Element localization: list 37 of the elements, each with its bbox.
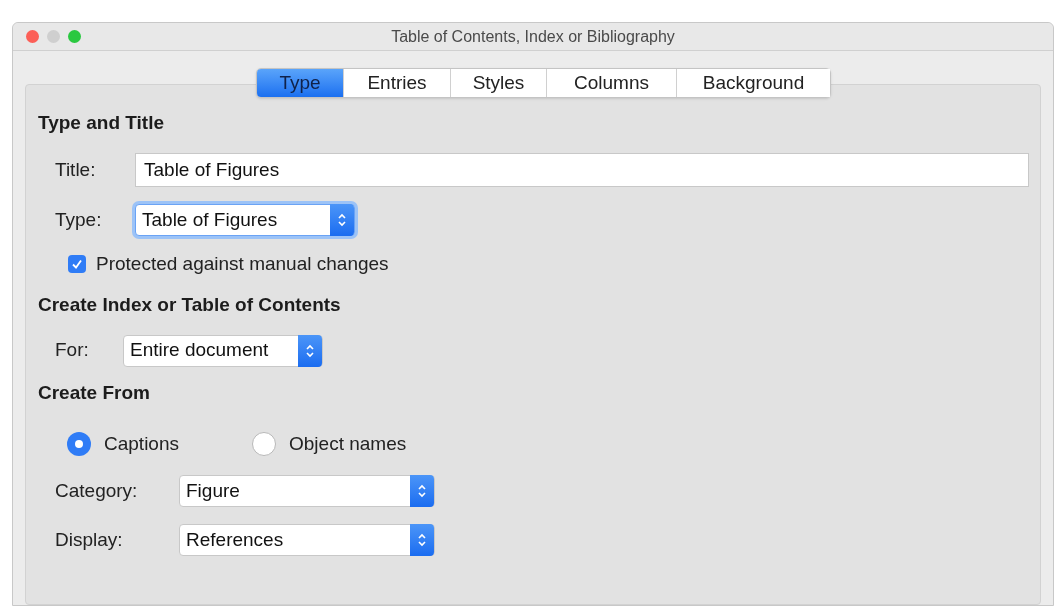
dropdown[interactable]: Figure xyxy=(179,475,435,507)
window-title: Table of Contents, Index or Bibliography xyxy=(391,26,675,47)
field-label: Title: xyxy=(55,158,96,180)
checkmark-icon xyxy=(71,258,83,271)
dropdown[interactable]: Entire document xyxy=(123,334,323,367)
radio-label: Captions xyxy=(104,431,179,456)
field-label: For: xyxy=(55,339,89,361)
field-label: Display: xyxy=(55,528,123,550)
radio-label: Object names xyxy=(289,431,407,456)
field-label: Category: xyxy=(55,479,138,501)
chevron-updown-icon xyxy=(337,212,347,228)
radio-button[interactable] xyxy=(252,431,276,456)
section-heading: Create From xyxy=(38,380,150,405)
tab[interactable]: Background xyxy=(676,69,830,97)
dropdown-value: Table of Figures xyxy=(141,207,279,232)
close-button[interactable] xyxy=(26,30,39,43)
title-input[interactable]: Table of Figures xyxy=(135,153,1029,187)
minimize-button[interactable] xyxy=(47,30,60,43)
field-label: Type: xyxy=(55,208,102,230)
dropdown-value: Figure xyxy=(185,478,241,503)
dropdown[interactable]: References xyxy=(179,524,435,556)
dropdown-value: Entire document xyxy=(129,338,270,363)
section-heading: Type and Title xyxy=(38,111,164,135)
tab[interactable]: Columns xyxy=(546,69,676,97)
tab[interactable]: Styles xyxy=(450,69,546,97)
dropdown[interactable]: Table of Figures xyxy=(135,204,355,236)
zoom-button[interactable] xyxy=(68,30,81,43)
radio-button[interactable] xyxy=(67,431,91,456)
tab[interactable]: Type xyxy=(257,69,343,97)
tab[interactable]: Entries xyxy=(343,69,450,97)
chevron-updown-icon xyxy=(417,532,427,548)
section-heading: Create Index or Table of Contents xyxy=(38,292,341,317)
checkbox[interactable] xyxy=(68,255,86,274)
dropdown-value: References xyxy=(185,527,285,552)
chevron-updown-icon xyxy=(417,483,427,499)
chevron-updown-icon xyxy=(305,342,315,359)
checkbox-label: Protected against manual changes xyxy=(96,252,389,276)
